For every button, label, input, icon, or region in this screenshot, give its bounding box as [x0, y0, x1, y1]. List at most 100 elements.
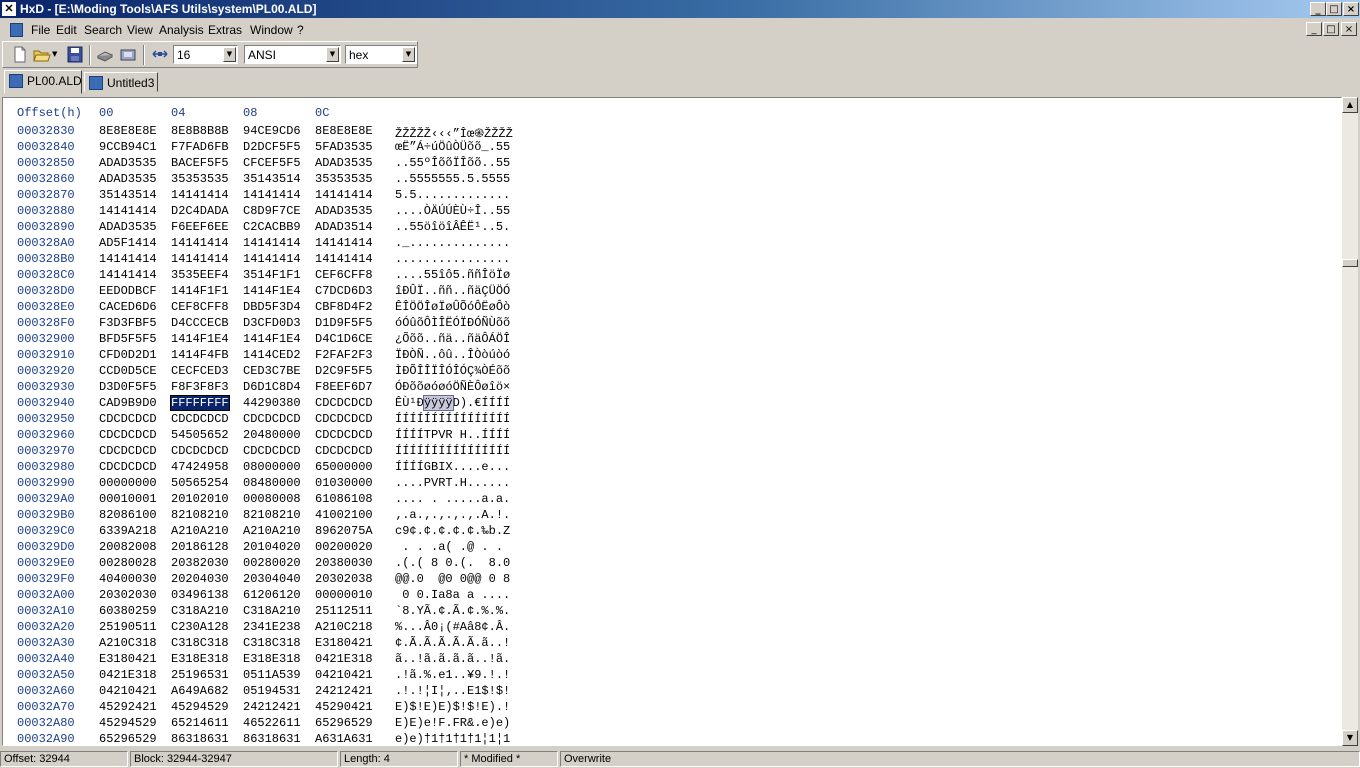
hex-byte-group[interactable]: 44290380 — [243, 396, 301, 410]
hex-row[interactable]: 00032A00 20302030 03496138 61206120 00000010… — [3, 588, 1333, 604]
hex-byte-group[interactable]: 8962075A — [315, 524, 373, 538]
hex-byte-group[interactable]: C7DCD6D3 — [315, 284, 373, 298]
hex-byte-group[interactable]: CAD9B9D0 — [99, 396, 157, 410]
hex-byte-group[interactable]: 14141414 — [99, 252, 157, 266]
ascii-text[interactable]: ÓÐõõøóøóÖÑÈÔøîö× — [395, 380, 510, 394]
document-icon[interactable] — [10, 23, 23, 37]
ascii-text[interactable]: e)e)†1†1†1†1¦1¦1 — [395, 732, 510, 745]
ascii-text[interactable]: ÌÐÕÎÎÏÎÓÎÓÇ¾ÒÉõõ — [395, 364, 510, 378]
hex-byte-group[interactable]: 35353535 — [315, 172, 373, 186]
hex-byte-group[interactable]: 14141414 — [243, 188, 301, 202]
new-file-icon[interactable] — [11, 46, 29, 63]
doc-minimize-button[interactable]: _ — [1306, 22, 1322, 36]
hex-row[interactable]: 000328E0 CACED6D6 CEF8CFF8 DBD5F3D4 CBF8D4F2… — [3, 300, 1333, 316]
hex-byte-group[interactable]: 14141414 — [99, 268, 157, 282]
hex-byte-group[interactable]: 1414CED2 — [243, 348, 301, 362]
hex-row[interactable]: 00032A10 60380259 C318A210 C318A210 25112511… — [3, 604, 1333, 620]
hex-byte-group[interactable]: 08000000 — [243, 460, 301, 474]
hex-byte-group[interactable]: C318A210 — [243, 604, 301, 618]
hex-byte-group[interactable]: 45294529 — [99, 716, 157, 730]
hex-byte-group[interactable]: 08480000 — [243, 476, 301, 490]
hex-byte-group[interactable]: D2DCF5F5 — [243, 140, 301, 154]
doc-restore-button[interactable]: □ — [1323, 22, 1339, 36]
hex-byte-group[interactable]: CFD0D2D1 — [99, 348, 157, 362]
ascii-text[interactable]: ã..!ã.ã.ã.ã..!ã. — [395, 652, 510, 666]
hex-byte-group[interactable]: CACED6D6 — [99, 300, 157, 314]
hex-byte-group[interactable]: CEF6CFF8 — [315, 268, 373, 282]
hex-byte-group[interactable]: A210A210 — [243, 524, 301, 538]
hex-byte-group[interactable]: 65000000 — [315, 460, 373, 474]
hex-byte-group[interactable]: 14141414 — [171, 252, 229, 266]
hex-byte-group[interactable]: 8E8B8B8B — [171, 124, 229, 138]
hex-byte-group[interactable]: 24212421 — [243, 700, 301, 714]
hex-byte-group[interactable]: CECFCED3 — [171, 364, 229, 378]
hex-byte-group[interactable]: 54505652 — [171, 428, 229, 442]
hex-byte-group[interactable]: ADAD3535 — [99, 220, 157, 234]
hex-byte-group[interactable]: E318E318 — [171, 652, 229, 666]
hex-byte-group[interactable]: 00000010 — [315, 588, 373, 602]
hex-byte-group[interactable]: 8E8E8E8E — [99, 124, 157, 138]
hex-byte-group[interactable]: D3CFD0D3 — [243, 316, 301, 330]
hex-byte-group[interactable]: 47424958 — [171, 460, 229, 474]
hex-byte-group[interactable]: CDCDCDCD — [99, 428, 157, 442]
hex-row[interactable]: 00032A40 E3180421 E318E318 E318E318 0421E318… — [3, 652, 1333, 668]
hex-byte-group[interactable]: 45292421 — [99, 700, 157, 714]
menu-help[interactable]: ? — [297, 23, 304, 37]
ascii-text[interactable]: ¢.Ã.Ã.Ã.Ã.Ã.ã..! — [395, 636, 510, 650]
ascii-text[interactable]: `8.YÃ.¢.Ã.¢.%.%. — [395, 604, 510, 618]
hex-byte-group[interactable]: F8EEF6D7 — [315, 380, 373, 394]
hex-byte-group[interactable]: 41002100 — [315, 508, 373, 522]
hex-byte-group[interactable]: 50565254 — [171, 476, 229, 490]
hex-byte-group[interactable]: 14141414 — [315, 252, 373, 266]
ascii-part[interactable]: D).€ÍÍÍÍ — [453, 396, 511, 410]
hex-byte-group[interactable]: 20382030 — [171, 556, 229, 570]
hex-byte-group[interactable]: 6339A218 — [99, 524, 157, 538]
hex-byte-group[interactable]: 00280028 — [99, 556, 157, 570]
hex-byte-group[interactable]: 20380030 — [315, 556, 373, 570]
ascii-text[interactable]: E)$!E)E)$!$!E).! — [395, 700, 510, 714]
hex-byte-group[interactable]: ADAD3535 — [315, 204, 373, 218]
ascii-text[interactable]: c9¢.¢.¢.¢.¢.‰b.Z — [395, 524, 510, 538]
hex-byte-group[interactable]: 82108210 — [171, 508, 229, 522]
title-bar[interactable]: ✕ HxD - [E:\Moding Tools\AFS Utils\syste… — [0, 0, 1360, 18]
hex-byte-group[interactable]: CDCDCDCD — [243, 444, 301, 458]
hex-row[interactable]: 00032920 CCD0D5CE CECFCED3 CED3C7BE D2C9F5F5… — [3, 364, 1333, 380]
menu-search[interactable]: Search — [84, 23, 122, 37]
hex-byte-group[interactable]: 65214611 — [171, 716, 229, 730]
ascii-text[interactable]: îÐÛÏ..ññ..ñäÇÜÖÓ — [395, 284, 510, 298]
scroll-thumb[interactable] — [1342, 259, 1358, 267]
hex-byte-group[interactable]: 04210421 — [315, 668, 373, 682]
ascii-text[interactable]: E)E)e!F.FR&.e)e) — [395, 716, 510, 730]
ascii-text[interactable]: ..5555555.5.5555 — [395, 172, 510, 186]
hex-byte-group[interactable]: 0421E318 — [99, 668, 157, 682]
hex-byte-group[interactable]: 86318631 — [243, 732, 301, 745]
hex-byte-group[interactable]: 0421E318 — [315, 652, 373, 666]
hex-byte-group[interactable]: 60380259 — [99, 604, 157, 618]
hex-byte-group[interactable]: 20302030 — [99, 588, 157, 602]
ascii-text[interactable]: . . .a( .@ . . — [395, 540, 510, 554]
hex-byte-group[interactable]: F2FAF2F3 — [315, 348, 373, 362]
ascii-text[interactable]: 0 0.Ia8a a .... — [395, 588, 510, 602]
hex-byte-group[interactable]: E318E318 — [243, 652, 301, 666]
hex-byte-group[interactable]: D6D1C8D4 — [243, 380, 301, 394]
hex-byte-group[interactable]: D3D0F5F5 — [99, 380, 157, 394]
ascii-text[interactable]: ÊÙ¹ÐÿÿÿÿD).€ÍÍÍÍ — [395, 395, 511, 411]
hex-byte-group[interactable]: 14141414 — [243, 236, 301, 250]
hex-row[interactable]: 000328C0 14141414 3535EEF4 3514F1F1 CEF6CFF8… — [3, 268, 1333, 284]
hex-byte-group[interactable]: D1D9F5F5 — [315, 316, 373, 330]
hex-byte-group[interactable]: C318C318 — [243, 636, 301, 650]
ascii-text[interactable]: óÓûõÔÌÎËÓÏÐÓÑÙõõ — [395, 316, 510, 330]
hex-byte-group[interactable]: DBD5F3D4 — [243, 300, 301, 314]
offset-base-select[interactable]: hex ▼ — [345, 45, 417, 64]
hex-byte-group[interactable]: BACEF5F5 — [171, 156, 229, 170]
hex-byte-group[interactable]: 65296529 — [315, 716, 373, 730]
hex-byte-group[interactable]: 1414F1E4 — [243, 284, 301, 298]
menu-file[interactable]: File — [31, 23, 50, 37]
hex-byte-group[interactable]: D2C9F5F5 — [315, 364, 373, 378]
menu-analysis[interactable]: Analysis — [159, 23, 204, 37]
hex-row[interactable]: 00032930 D3D0F5F5 F8F3F8F3 D6D1C8D4 F8EEF6D7… — [3, 380, 1333, 396]
hex-byte-group[interactable]: 45290421 — [315, 700, 373, 714]
hex-byte-group[interactable]: 00010001 — [99, 492, 157, 506]
hex-row[interactable]: 00032940 CAD9B9D0 FFFFFFFF 44290380 CDCDCDCD… — [3, 395, 1333, 412]
hex-byte-group[interactable]: CDCDCDCD — [315, 444, 373, 458]
